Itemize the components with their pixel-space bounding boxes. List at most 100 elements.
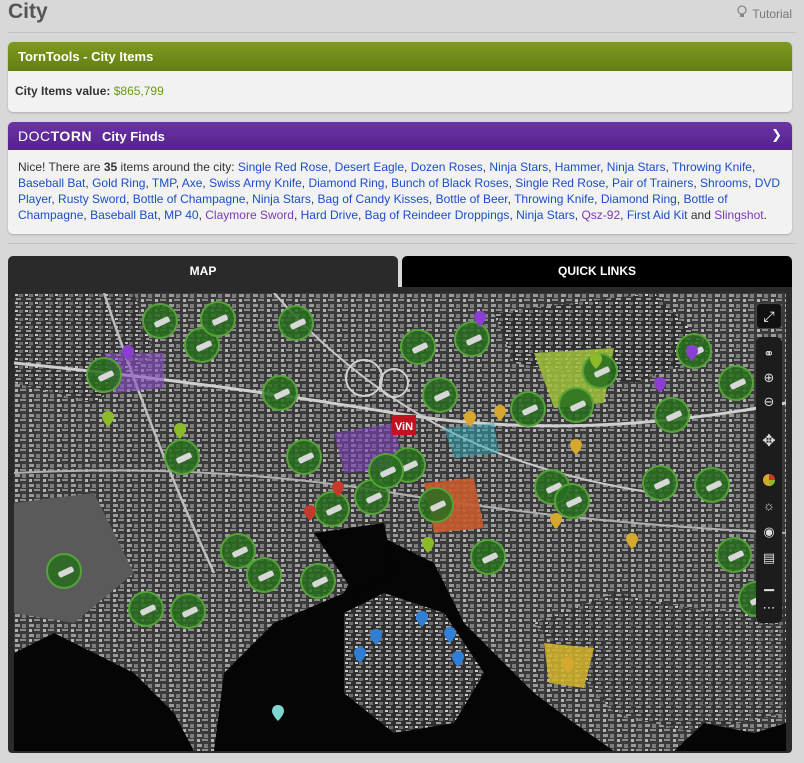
purple-pin-icon[interactable] xyxy=(474,311,486,327)
city-item-link[interactable]: Bottle of Beer xyxy=(436,192,508,206)
city-item-link[interactable]: Dozen Roses xyxy=(411,160,483,174)
city-item-link[interactable]: Bunch of Black Roses xyxy=(391,176,508,190)
city-item-link[interactable]: Shrooms xyxy=(700,176,748,190)
doctorn-header-title: City Finds xyxy=(102,128,165,144)
blue-pin-icon[interactable] xyxy=(354,647,366,663)
gold-pin-icon[interactable] xyxy=(570,439,582,455)
blue-pin-icon[interactable] xyxy=(452,651,464,667)
layers-icon[interactable]: ▤ xyxy=(758,547,780,569)
item-marker[interactable] xyxy=(300,563,336,599)
city-item-link[interactable]: Claymore Sword xyxy=(205,208,294,222)
city-item-link[interactable]: Axe xyxy=(182,176,203,190)
color-wheel-icon[interactable] xyxy=(758,469,780,491)
city-item-link[interactable]: Rusty Sword xyxy=(58,192,126,206)
expand-icon[interactable]: ⤢ xyxy=(756,303,782,329)
city-item-link[interactable]: Hammer xyxy=(555,160,600,174)
green-pin-icon[interactable] xyxy=(422,537,434,553)
item-marker[interactable] xyxy=(654,397,690,433)
gold-pin-icon[interactable] xyxy=(550,513,562,529)
city-item-link[interactable]: Bag of Reindeer Droppings xyxy=(365,208,510,222)
city-item-link[interactable]: Throwing Knife xyxy=(672,160,752,174)
brightness-icon[interactable]: ☼ xyxy=(758,495,780,517)
zoom-out-icon[interactable]: ⊖ xyxy=(758,391,780,413)
item-marker[interactable] xyxy=(170,593,206,629)
item-marker[interactable] xyxy=(46,553,82,589)
item-marker[interactable] xyxy=(718,365,754,401)
city-item-link[interactable]: Gold Ring xyxy=(92,176,145,190)
item-marker[interactable] xyxy=(510,391,546,427)
city-item-link[interactable]: Diamond Ring xyxy=(308,176,384,190)
item-marker[interactable] xyxy=(470,539,506,575)
city-item-link[interactable]: Ninja Stars xyxy=(516,208,575,222)
city-item-link[interactable]: Ninja Stars xyxy=(489,160,548,174)
purple-pin-icon[interactable] xyxy=(122,345,134,361)
item-marker[interactable] xyxy=(128,591,164,627)
item-marker[interactable] xyxy=(642,465,678,501)
items-count: 35 xyxy=(103,160,118,174)
city-item-link[interactable]: Ninja Stars xyxy=(252,192,311,206)
green-pin-icon[interactable] xyxy=(174,423,186,439)
item-marker[interactable] xyxy=(558,387,594,423)
blue-pin-icon[interactable] xyxy=(370,629,382,645)
gold-pin-icon[interactable] xyxy=(464,411,476,427)
item-marker[interactable] xyxy=(400,329,436,365)
green-pin-icon[interactable] xyxy=(102,411,114,427)
city-item-link[interactable]: Bag of Candy Kisses xyxy=(318,192,429,206)
item-marker[interactable] xyxy=(286,439,322,475)
item-marker[interactable] xyxy=(262,375,298,411)
city-item-link[interactable]: Ninja Stars xyxy=(607,160,666,174)
city-item-link[interactable]: Desert Eagle xyxy=(335,160,404,174)
city-item-link[interactable]: Bottle of Champagne xyxy=(133,192,246,206)
item-marker[interactable] xyxy=(694,467,730,503)
doctorn-header[interactable]: DOCTORN City Finds ❯ xyxy=(8,122,792,150)
chevron-down-icon[interactable]: ❯ xyxy=(771,127,782,143)
teal-pin-icon[interactable] xyxy=(272,705,284,721)
item-marker[interactable] xyxy=(164,439,200,475)
city-item-link[interactable]: Hard Drive xyxy=(301,208,358,222)
gold-pin-icon[interactable] xyxy=(494,405,506,421)
item-marker[interactable] xyxy=(86,357,122,393)
city-item-link[interactable]: Pair of Trainers xyxy=(612,176,693,190)
gold-pin-icon[interactable] xyxy=(626,533,638,549)
purple-pin-icon[interactable] xyxy=(686,345,698,361)
dots-icon[interactable]: ⋯ xyxy=(758,597,780,619)
city-item-link[interactable]: Diamond Ring xyxy=(601,192,677,206)
map-controls: ⚭ ⊕ ⊖ ✥ ☼ ◉ ▤ ▁ ⋯ xyxy=(756,337,782,623)
city-item-link[interactable]: Baseball Bat xyxy=(18,176,85,190)
tutorial-link[interactable]: Tutorial xyxy=(736,5,792,22)
red-pin-icon[interactable] xyxy=(304,505,316,521)
torntools-header[interactable]: TornTools - City Items xyxy=(8,42,792,71)
city-item-link[interactable]: First Aid Kit xyxy=(627,208,688,222)
gold-pin-icon[interactable] xyxy=(562,657,574,673)
item-marker[interactable] xyxy=(200,301,236,337)
bars-icon[interactable]: ▁ xyxy=(758,573,780,595)
purple-pin-icon[interactable] xyxy=(654,377,666,393)
pan-icon[interactable]: ✥ xyxy=(758,431,780,453)
tab-quick-links[interactable]: QUICK LINKS xyxy=(402,256,792,287)
item-marker[interactable] xyxy=(368,453,404,489)
item-marker[interactable] xyxy=(422,377,458,413)
city-item-link[interactable]: Baseball Bat xyxy=(90,208,157,222)
city-item-link[interactable]: TMP xyxy=(152,176,176,190)
red-pin-icon[interactable] xyxy=(332,481,344,497)
city-item-link[interactable]: Single Red Rose xyxy=(515,176,605,190)
blue-pin-icon[interactable] xyxy=(416,611,428,627)
green-pin-icon[interactable] xyxy=(590,353,602,369)
item-marker[interactable] xyxy=(418,487,454,523)
city-map[interactable]: ViN ⤢ ⚭ ⊕ ⊖ ✥ ☼ ◉ ▤ ▁ ⋯ xyxy=(14,293,786,751)
city-item-link[interactable]: Single Red Rose xyxy=(238,160,328,174)
city-item-link[interactable]: Swiss Army Knife xyxy=(209,176,302,190)
city-item-link[interactable]: Throwing Knife xyxy=(514,192,594,206)
zoom-in-icon[interactable]: ⊕ xyxy=(758,367,780,389)
blue-pin-icon[interactable] xyxy=(444,627,456,643)
item-marker[interactable] xyxy=(716,537,752,573)
link-icon[interactable]: ⚭ xyxy=(758,343,780,365)
city-item-link[interactable]: Slingshot xyxy=(714,208,763,222)
city-item-link[interactable]: MP 40 xyxy=(164,208,198,222)
item-marker[interactable] xyxy=(278,305,314,341)
city-item-link[interactable]: Qsz-92 xyxy=(581,208,620,222)
target-icon[interactable]: ◉ xyxy=(758,521,780,543)
item-marker[interactable] xyxy=(246,557,282,593)
tab-map[interactable]: MAP xyxy=(8,256,398,287)
item-marker[interactable] xyxy=(142,303,178,339)
